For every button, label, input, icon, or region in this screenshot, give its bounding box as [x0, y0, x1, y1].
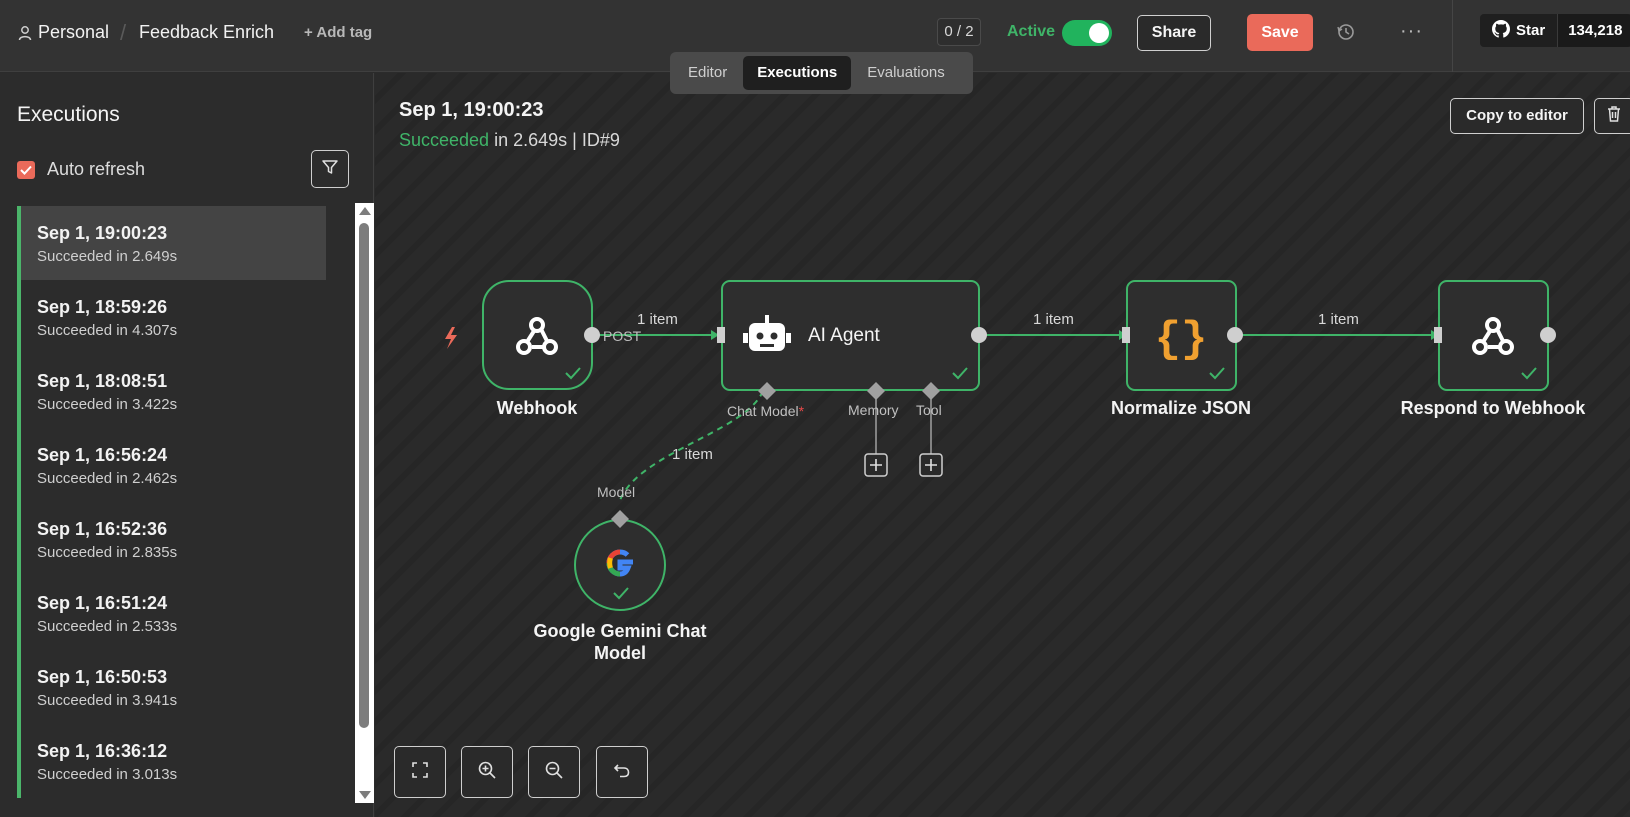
model-port-label: Model: [597, 484, 636, 500]
chat-model-port-label: Chat Model*: [727, 403, 804, 419]
execution-item[interactable]: Sep 1, 19:00:23 Succeeded in 2.649s: [17, 206, 326, 280]
webhook-node[interactable]: [482, 280, 600, 390]
execution-item[interactable]: Sep 1, 16:56:24 Succeeded in 2.462s: [17, 428, 326, 502]
execution-status: Succeeded in 3.422s: [37, 396, 178, 413]
breadcrumb-separator: /: [120, 20, 127, 45]
workflow-graph: {}: [445, 280, 1556, 611]
view-tabs: Editor Executions Evaluations: [670, 52, 973, 94]
memory-port-label: Memory: [848, 402, 899, 418]
normalize-json-node[interactable]: {}: [1122, 280, 1243, 391]
fit-view-button[interactable]: [394, 746, 446, 798]
execution-time: Sep 1, 16:52:36: [37, 519, 168, 539]
normalize-json-node-label: Normalize JSON: [1110, 398, 1252, 418]
scroll-thumb[interactable]: [359, 223, 369, 728]
executions-list: Sep 1, 19:00:23 Succeeded in 2.649s Sep …: [17, 206, 326, 806]
executions-sidebar: Executions Auto refresh Sep 1, 19:00:23 …: [0, 73, 374, 817]
fit-view-icon: [411, 761, 429, 784]
execution-time: Sep 1, 19:00:23: [37, 223, 168, 243]
github-star-count: 134,218: [1558, 14, 1630, 47]
active-toggle[interactable]: [1062, 20, 1112, 46]
sidebar-title: Executions: [17, 103, 120, 126]
gemini-label-line: Model: [594, 643, 646, 663]
respond-node-label: Respond to Webhook: [1400, 398, 1586, 418]
connection-items-label: 1 item: [1033, 311, 1074, 328]
divider: [1452, 0, 1453, 72]
execution-time: Sep 1, 18:08:51: [37, 371, 168, 391]
active-label: Active: [1007, 23, 1056, 40]
zoom-in-button[interactable]: [461, 746, 513, 798]
check-icon: [20, 165, 32, 175]
zoom-out-icon: [544, 760, 564, 785]
tab-evaluations[interactable]: Evaluations: [853, 56, 959, 90]
tab-executions[interactable]: Executions: [743, 56, 852, 90]
gemini-node-label: Google Gemini Chat Model: [520, 620, 720, 664]
code-braces-icon: {}: [1155, 315, 1208, 365]
execution-time: Sep 1, 18:59:26: [37, 297, 168, 317]
trigger-bolt-icon: [445, 327, 457, 349]
post-label: POST: [603, 328, 642, 344]
execution-item[interactable]: Sep 1, 16:50:53 Succeeded in 3.941s: [17, 650, 326, 724]
zoom-out-button[interactable]: [528, 746, 580, 798]
webhook-node-label: Webhook: [496, 398, 578, 418]
tab-editor[interactable]: Editor: [674, 56, 741, 90]
undo-icon: [613, 761, 631, 784]
chat-model-port-text: Chat Model: [727, 403, 799, 419]
auto-refresh-checkbox[interactable]: [17, 161, 35, 179]
execution-counter: 0 / 2: [937, 18, 981, 46]
workflow-canvas[interactable]: Sep 1, 19:00:23 Succeeded in 2.649s | ID…: [375, 73, 1630, 817]
execution-time: Sep 1, 16:51:24: [37, 593, 168, 613]
reset-zoom-button[interactable]: [596, 746, 648, 798]
tool-port-label: Tool: [916, 402, 942, 418]
ai-agent-node-label: AI Agent: [808, 325, 880, 346]
required-marker: *: [798, 403, 805, 419]
history-icon[interactable]: [1336, 22, 1356, 47]
add-memory-button[interactable]: [864, 453, 888, 477]
execution-status: Succeeded in 2.835s: [37, 544, 178, 561]
scroll-down-arrow[interactable]: [359, 791, 371, 799]
add-tag-button[interactable]: + Add tag: [304, 24, 372, 41]
gemini-node[interactable]: [574, 510, 666, 611]
zoom-in-icon: [477, 760, 497, 785]
github-star-label: Star: [1516, 22, 1546, 39]
filter-icon: [321, 158, 339, 181]
scroll-up-arrow[interactable]: [359, 207, 371, 215]
toggle-knob: [1089, 23, 1109, 43]
respond-to-webhook-node[interactable]: [1434, 280, 1556, 391]
execution-status: Succeeded in 4.307s: [37, 322, 178, 339]
github-star-button[interactable]: Star: [1480, 14, 1559, 47]
connection-items-label: 1 item: [637, 311, 678, 328]
breadcrumb-project[interactable]: Personal: [38, 22, 109, 43]
save-button[interactable]: Save: [1247, 14, 1313, 51]
share-button[interactable]: Share: [1137, 15, 1211, 51]
execution-time: Sep 1, 16:50:53: [37, 667, 168, 687]
execution-item[interactable]: Sep 1, 18:08:51 Succeeded in 3.422s: [17, 354, 326, 428]
add-tool-button[interactable]: [919, 453, 943, 477]
execution-item[interactable]: Sep 1, 16:51:24 Succeeded in 2.533s: [17, 576, 326, 650]
execution-status: Succeeded in 3.013s: [37, 766, 178, 783]
filter-button[interactable]: [311, 150, 349, 188]
connection-items-label: 1 item: [672, 446, 713, 463]
execution-item[interactable]: Sep 1, 18:59:26 Succeeded in 4.307s: [17, 280, 326, 354]
auto-refresh-label[interactable]: Auto refresh: [47, 159, 145, 180]
user-icon: [18, 25, 32, 46]
github-star-widget[interactable]: Star 134,218: [1480, 14, 1630, 47]
execution-item[interactable]: Sep 1, 16:36:12 Succeeded in 3.013s: [17, 724, 326, 798]
workflow-name[interactable]: Feedback Enrich: [139, 22, 274, 43]
execution-status: Succeeded in 3.941s: [37, 692, 178, 709]
executions-scrollbar[interactable]: [355, 203, 374, 803]
github-icon: [1492, 19, 1510, 42]
gemini-label-line: Google Gemini Chat: [533, 621, 707, 641]
execution-status: Succeeded in 2.649s: [37, 248, 178, 265]
execution-item[interactable]: Sep 1, 16:52:36 Succeeded in 2.835s: [17, 502, 326, 576]
main-connections: [592, 330, 1439, 504]
execution-status: Succeeded in 2.533s: [37, 618, 178, 635]
execution-time: Sep 1, 16:36:12: [37, 741, 168, 761]
more-options-icon[interactable]: ···: [1400, 20, 1423, 43]
execution-status: Succeeded in 2.462s: [37, 470, 178, 487]
execution-time: Sep 1, 16:56:24: [37, 445, 168, 465]
connection-items-label: 1 item: [1318, 311, 1359, 328]
